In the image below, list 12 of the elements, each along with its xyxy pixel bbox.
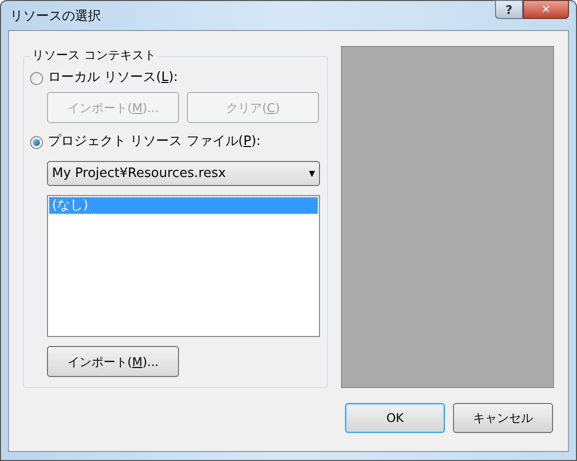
radio-label[interactable]: プロジェクト リソース ファイル(P): — [48, 132, 261, 152]
group-title: リソース コンテキスト — [30, 48, 158, 62]
window-title: リソースの選択 — [9, 8, 102, 26]
resource-file-dropdown[interactable]: My Project¥Resources.resx ▼ — [47, 161, 320, 186]
import-button[interactable]: インポート(M)... — [47, 346, 179, 377]
ok-button[interactable]: OK — [345, 403, 445, 433]
help-button[interactable]: ? — [495, 0, 523, 19]
radio-button[interactable] — [30, 136, 43, 148]
radio-label[interactable]: ローカル リソース(L): — [48, 68, 178, 88]
cancel-button[interactable]: キャンセル — [453, 403, 553, 433]
dropdown-arrow-icon: ▼ — [308, 168, 315, 180]
radio-button[interactable] — [30, 72, 43, 84]
